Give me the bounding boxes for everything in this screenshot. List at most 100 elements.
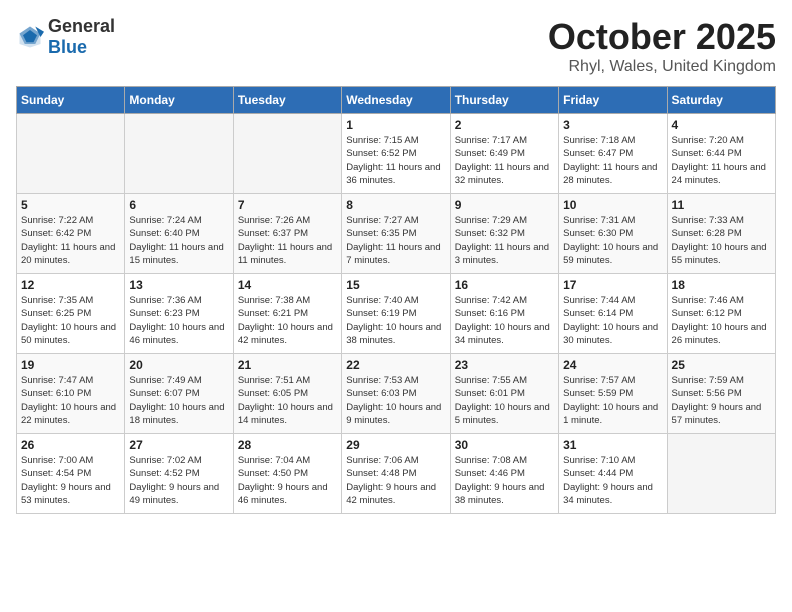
day-info: Sunrise: 7:44 AM Sunset: 6:14 PM Dayligh… (563, 294, 662, 347)
day-cell: 2Sunrise: 7:17 AM Sunset: 6:49 PM Daylig… (450, 114, 558, 194)
day-cell: 14 Sunrise: 7:38 AM Sunset: 6:21 PM Dayli… (233, 274, 341, 354)
day-info: Sunrise: 7:24 AM Sunset: 6:40 PM Dayligh… (129, 214, 228, 267)
day-cell: 17 Sunrise: 7:44 AM Sunset: 6:14 PM Dayli… (559, 274, 667, 354)
day-info: Sunrise: 7:27 AM Sunset: 6:35 PM Dayligh… (346, 214, 445, 267)
day-number: 25 (672, 358, 771, 372)
day-cell: 10 Sunrise: 7:31 AM Sunset: 6:30 PM Dayli… (559, 194, 667, 274)
day-info: Sunrise: 7:20 AM Sunset: 6:44 PM Dayligh… (672, 134, 771, 187)
day-number: 12 (21, 278, 120, 292)
weekday-header-saturday: Saturday (667, 87, 775, 114)
day-cell: 15 Sunrise: 7:40 AM Sunset: 6:19 PM Dayli… (342, 274, 450, 354)
day-number: 17 (563, 278, 662, 292)
day-cell: 28Sunrise: 7:04 AM Sunset: 4:50 PM Dayli… (233, 434, 341, 514)
logo-general: General (48, 16, 115, 36)
day-info: Sunrise: 7:15 AM Sunset: 6:52 PM Dayligh… (346, 134, 445, 187)
day-cell: 1Sunrise: 7:15 AM Sunset: 6:52 PM Daylig… (342, 114, 450, 194)
day-cell: 21 Sunrise: 7:51 AM Sunset: 6:05 PM Dayli… (233, 354, 341, 434)
logo-blue: Blue (48, 37, 87, 57)
day-cell: 7 Sunrise: 7:26 AM Sunset: 6:37 PM Daylig… (233, 194, 341, 274)
day-info: Sunrise: 7:57 AM Sunset: 5:59 PM Dayligh… (563, 374, 662, 427)
day-cell: 23 Sunrise: 7:55 AM Sunset: 6:01 PM Dayli… (450, 354, 558, 434)
day-number: 3 (563, 118, 662, 132)
day-cell: 6 Sunrise: 7:24 AM Sunset: 6:40 PM Daylig… (125, 194, 233, 274)
week-row-3: 19 Sunrise: 7:47 AM Sunset: 6:10 PM Dayli… (17, 354, 776, 434)
day-cell: 22 Sunrise: 7:53 AM Sunset: 6:03 PM Dayli… (342, 354, 450, 434)
title-area: October 2025 Rhyl, Wales, United Kingdom (548, 16, 776, 76)
day-number: 18 (672, 278, 771, 292)
weekday-header-thursday: Thursday (450, 87, 558, 114)
weekday-header-friday: Friday (559, 87, 667, 114)
weekday-header-wednesday: Wednesday (342, 87, 450, 114)
logo-icon (16, 23, 44, 51)
day-info: Sunrise: 7:55 AM Sunset: 6:01 PM Dayligh… (455, 374, 554, 427)
day-cell: 20 Sunrise: 7:49 AM Sunset: 6:07 PM Dayli… (125, 354, 233, 434)
day-info: Sunrise: 7:53 AM Sunset: 6:03 PM Dayligh… (346, 374, 445, 427)
day-info: Sunrise: 7:51 AM Sunset: 6:05 PM Dayligh… (238, 374, 337, 427)
day-cell: 9 Sunrise: 7:29 AM Sunset: 6:32 PM Daylig… (450, 194, 558, 274)
day-info: Sunrise: 7:36 AM Sunset: 6:23 PM Dayligh… (129, 294, 228, 347)
week-row-0: 1Sunrise: 7:15 AM Sunset: 6:52 PM Daylig… (17, 114, 776, 194)
day-number: 30 (455, 438, 554, 452)
day-info: Sunrise: 7:26 AM Sunset: 6:37 PM Dayligh… (238, 214, 337, 267)
day-cell: 16Sunrise: 7:42 AM Sunset: 6:16 PM Dayli… (450, 274, 558, 354)
day-cell: 8Sunrise: 7:27 AM Sunset: 6:35 PM Daylig… (342, 194, 450, 274)
day-number: 13 (129, 278, 228, 292)
day-info: Sunrise: 7:40 AM Sunset: 6:19 PM Dayligh… (346, 294, 445, 347)
day-info: Sunrise: 7:46 AM Sunset: 6:12 PM Dayligh… (672, 294, 771, 347)
day-number: 31 (563, 438, 662, 452)
day-info: Sunrise: 7:29 AM Sunset: 6:32 PM Dayligh… (455, 214, 554, 267)
day-info: Sunrise: 7:33 AM Sunset: 6:28 PM Dayligh… (672, 214, 771, 267)
weekday-header-sunday: Sunday (17, 87, 125, 114)
logo: General Blue (16, 16, 115, 58)
day-cell: 11 Sunrise: 7:33 AM Sunset: 6:28 PM Dayli… (667, 194, 775, 274)
day-cell: 18 Sunrise: 7:46 AM Sunset: 6:12 PM Dayli… (667, 274, 775, 354)
day-cell: 25 Sunrise: 7:59 AM Sunset: 5:56 PM Dayli… (667, 354, 775, 434)
day-cell: 24 Sunrise: 7:57 AM Sunset: 5:59 PM Dayli… (559, 354, 667, 434)
week-row-1: 5Sunrise: 7:22 AM Sunset: 6:42 PM Daylig… (17, 194, 776, 274)
day-info: Sunrise: 7:10 AM Sunset: 4:44 PM Dayligh… (563, 454, 662, 507)
day-info: Sunrise: 7:59 AM Sunset: 5:56 PM Dayligh… (672, 374, 771, 427)
day-info: Sunrise: 7:47 AM Sunset: 6:10 PM Dayligh… (21, 374, 120, 427)
day-number: 20 (129, 358, 228, 372)
day-number: 10 (563, 198, 662, 212)
day-number: 15 (346, 278, 445, 292)
day-info: Sunrise: 7:49 AM Sunset: 6:07 PM Dayligh… (129, 374, 228, 427)
day-cell: 29 Sunrise: 7:06 AM Sunset: 4:48 PM Dayli… (342, 434, 450, 514)
day-cell: 30 Sunrise: 7:08 AM Sunset: 4:46 PM Dayli… (450, 434, 558, 514)
weekday-header-row: SundayMondayTuesdayWednesdayThursdayFrid… (17, 87, 776, 114)
day-cell: 19 Sunrise: 7:47 AM Sunset: 6:10 PM Dayli… (17, 354, 125, 434)
day-cell (667, 434, 775, 514)
day-cell (233, 114, 341, 194)
day-number: 9 (455, 198, 554, 212)
day-number: 27 (129, 438, 228, 452)
day-number: 24 (563, 358, 662, 372)
day-cell (17, 114, 125, 194)
day-info: Sunrise: 7:35 AM Sunset: 6:25 PM Dayligh… (21, 294, 120, 347)
day-number: 26 (21, 438, 120, 452)
day-info: Sunrise: 7:17 AM Sunset: 6:49 PM Dayligh… (455, 134, 554, 187)
day-cell: 5Sunrise: 7:22 AM Sunset: 6:42 PM Daylig… (17, 194, 125, 274)
day-number: 7 (238, 198, 337, 212)
day-info: Sunrise: 7:06 AM Sunset: 4:48 PM Dayligh… (346, 454, 445, 507)
day-number: 23 (455, 358, 554, 372)
calendar-title: October 2025 (548, 16, 776, 58)
day-number: 21 (238, 358, 337, 372)
day-cell: 12 Sunrise: 7:35 AM Sunset: 6:25 PM Dayli… (17, 274, 125, 354)
day-number: 22 (346, 358, 445, 372)
day-info: Sunrise: 7:08 AM Sunset: 4:46 PM Dayligh… (455, 454, 554, 507)
day-cell: 26Sunrise: 7:00 AM Sunset: 4:54 PM Dayli… (17, 434, 125, 514)
day-info: Sunrise: 7:22 AM Sunset: 6:42 PM Dayligh… (21, 214, 120, 267)
day-info: Sunrise: 7:31 AM Sunset: 6:30 PM Dayligh… (563, 214, 662, 267)
day-info: Sunrise: 7:38 AM Sunset: 6:21 PM Dayligh… (238, 294, 337, 347)
day-number: 14 (238, 278, 337, 292)
day-number: 29 (346, 438, 445, 452)
day-number: 6 (129, 198, 228, 212)
day-number: 19 (21, 358, 120, 372)
day-number: 11 (672, 198, 771, 212)
day-info: Sunrise: 7:18 AM Sunset: 6:47 PM Dayligh… (563, 134, 662, 187)
day-number: 4 (672, 118, 771, 132)
header: General Blue October 2025 Rhyl, Wales, U… (16, 16, 776, 76)
calendar-subtitle: Rhyl, Wales, United Kingdom (548, 58, 776, 76)
week-row-2: 12 Sunrise: 7:35 AM Sunset: 6:25 PM Dayli… (17, 274, 776, 354)
weekday-header-tuesday: Tuesday (233, 87, 341, 114)
